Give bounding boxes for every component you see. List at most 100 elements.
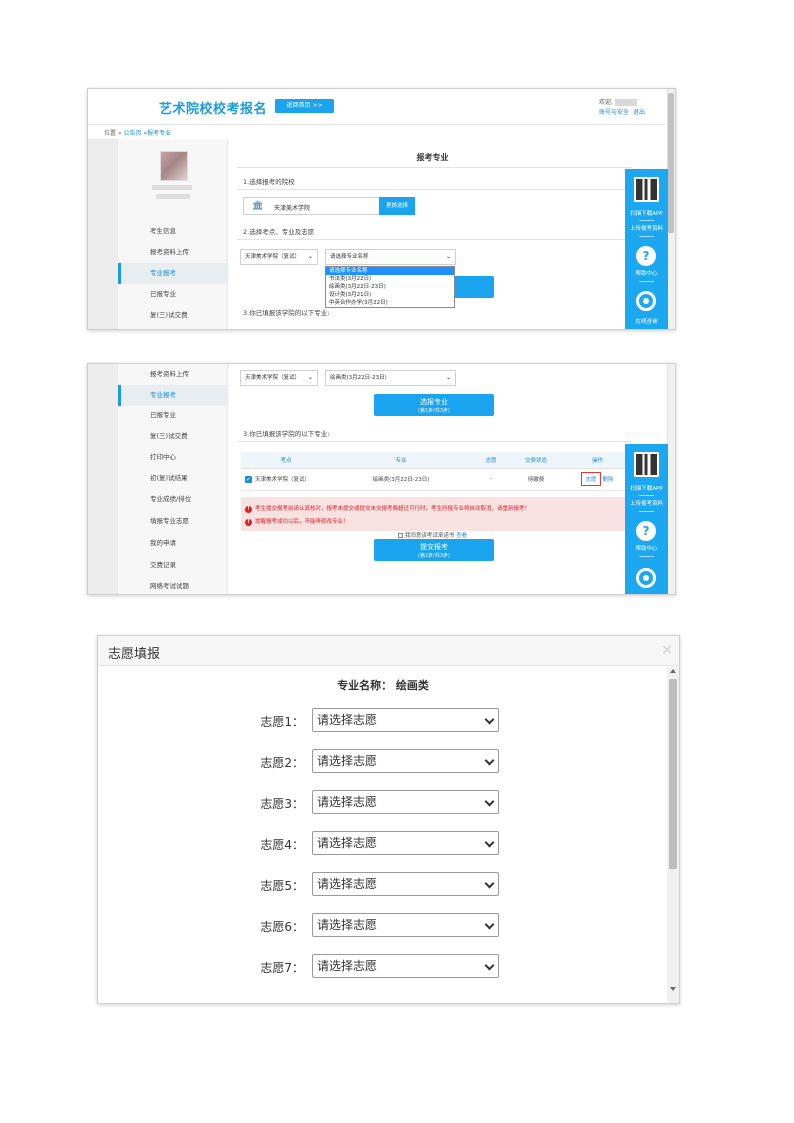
major-select[interactable]: 绘画类(3月22日-23日) ⌄	[325, 370, 456, 386]
online-consult-label[interactable]: 在线咨询	[625, 317, 668, 325]
checkbox-checked-icon[interactable]: ✓	[245, 476, 252, 483]
sidebar-item-applied[interactable]: 已报专业	[118, 405, 228, 426]
change-school-button[interactable]: 更换选择	[379, 197, 415, 215]
select-major-button-step: (第1步/共3步)	[418, 408, 450, 414]
wish-row-2: 志愿2： 请选择志愿	[98, 749, 668, 773]
home-button[interactable]: 返回首页 >>	[275, 99, 334, 113]
float-separator	[639, 511, 654, 512]
dropdown-option[interactable]: 设计类(3月21日)	[326, 291, 454, 299]
sidebar-item-fee[interactable]: 复(三)试交费	[118, 305, 228, 326]
sidebar-item-student-info[interactable]: 考生信息	[118, 221, 228, 242]
dropdown-option[interactable]: 绘画类(3月22日-23日)	[326, 283, 454, 291]
sidebar-item-wishes[interactable]: 填报专业志愿	[118, 511, 228, 532]
select-major-button[interactable]: 选报专业 (第1步/共3步)	[374, 394, 494, 416]
breadcrumb-notice-link[interactable]: 公告页	[124, 130, 142, 137]
scan-download-label[interactable]: 扫描下载APP	[625, 484, 668, 492]
wish-label: 志愿3：	[260, 797, 304, 811]
upload-materials-label[interactable]: 上传报考资料	[625, 499, 668, 507]
help-center-label[interactable]: 帮助中心	[625, 544, 668, 552]
major-name-line: 专业名称： 绘画类	[98, 677, 668, 693]
sidebar-item-upload[interactable]: 报考资料上传	[118, 364, 228, 385]
wish-label: 志愿6：	[260, 920, 304, 934]
scrollbar-thumb[interactable]	[669, 679, 677, 869]
wish-select-7[interactable]: 请选择志愿	[312, 954, 499, 978]
wish-select-5[interactable]: 请选择志愿	[312, 872, 499, 896]
wish-link[interactable]: 志愿	[581, 472, 601, 486]
scroll-up-icon[interactable]	[670, 669, 676, 673]
chevron-down-icon: ⌄	[307, 374, 313, 381]
chevron-down-icon	[484, 837, 495, 848]
breadcrumb: 位置 » 公告页 »报考专业	[104, 128, 171, 137]
sidebar-item-upload[interactable]: 报考资料上传	[118, 242, 228, 263]
warning-line-1: ! 考生提交报考前请认真核对，报考未提交或提交未交报考费超过可行时，考生所报专业将…	[245, 504, 530, 513]
help-center-label[interactable]: 帮助中心	[625, 269, 668, 277]
sidebar-item-applied[interactable]: 已报专业	[118, 284, 228, 305]
cell-wish: -	[471, 468, 511, 491]
wish-row-7: 志愿7： 请选择志愿	[98, 954, 668, 978]
site-logo[interactable]: 艺术院校校考报名	[159, 98, 267, 117]
submit-button-title: 提交报考	[420, 543, 448, 551]
major-select[interactable]: 请选择专业名称 ⌄	[325, 249, 456, 265]
major-dropdown-list[interactable]: 请选择专业名称 书法类(3月22日) 绘画类(3月22日-23日) 设计类(3月…	[325, 266, 455, 308]
school-field: 🏛 天津美术学院	[243, 197, 380, 215]
help-icon[interactable]: ?	[636, 521, 656, 541]
chevron-down-icon	[484, 919, 495, 930]
wish-select-6[interactable]: 请选择志愿	[312, 913, 499, 937]
page-scrollbar[interactable]	[667, 89, 675, 329]
dialog-body: 专业名称： 绘画类 志愿1： 请选择志愿 志愿2： 请选择志愿 志愿3： 请选择…	[98, 667, 679, 1003]
logout-link[interactable]: 退出	[633, 109, 645, 116]
major-name-label: 专业名称：	[337, 679, 393, 692]
wish-row-6: 志愿6： 请选择志愿	[98, 913, 668, 937]
dialog-scrollbar[interactable]	[667, 667, 679, 1003]
headset-icon[interactable]	[636, 568, 656, 588]
wish-select-2[interactable]: 请选择志愿	[312, 749, 499, 773]
dropdown-option[interactable]: 中英合作办学(3月22日)	[326, 299, 454, 307]
wish-row-5: 志愿5： 请选择志愿	[98, 872, 668, 896]
screenshot-major-application: 艺术院校校考报名 返回首页 >> 欢迎, 账号与安全 退出 位置 » 公告页 »报…	[87, 88, 676, 330]
page-title: 报考专业	[416, 153, 449, 162]
select-major-button-title: 选报专业	[420, 398, 448, 406]
divider	[237, 167, 632, 168]
sidebar-item-apply[interactable]: 专业报考	[118, 385, 228, 406]
dropdown-option[interactable]: 书法类(3月22日)	[326, 275, 454, 283]
sidebar-item-fee[interactable]: 复(三)试交费	[118, 426, 228, 447]
sidebar-item-results[interactable]: 初(复)试结果	[118, 468, 228, 489]
upload-materials-label[interactable]: 上传报考资料	[625, 224, 668, 232]
help-icon[interactable]: ?	[636, 246, 656, 266]
wish-label: 志愿4：	[260, 838, 304, 852]
sidebar-item-print[interactable]: 打印中心	[118, 447, 228, 468]
exam-site-select[interactable]: 天津美术学院（复试） ⌄	[240, 249, 318, 265]
app-qr-code	[634, 452, 659, 477]
exam-site-select[interactable]: 天津美术学院（复试） ⌄	[240, 370, 318, 386]
wish-row-3: 志愿3： 请选择志愿	[98, 790, 668, 814]
delete-link[interactable]: 删除	[603, 477, 614, 483]
close-icon[interactable]: ×	[661, 642, 673, 658]
submit-application-button[interactable]: 提交报考 (第2步/共3步)	[374, 539, 494, 561]
scrollbar-thumb[interactable]	[668, 93, 674, 233]
page-scrollbar[interactable]	[667, 364, 675, 594]
chevron-down-icon: ⌄	[445, 253, 451, 260]
breadcrumb-current[interactable]: 报考专业	[147, 130, 171, 137]
wish-select-value: 请选择志愿	[317, 918, 378, 932]
sidebar-item-my-requests[interactable]: 我的申请	[118, 533, 228, 554]
sidebar-item-ranking[interactable]: 专业成绩/排位	[118, 489, 228, 510]
cell-major: 绘画类(3月22日-23日)	[331, 468, 471, 491]
table-row: ✓ 天津美术学院（复试） 绘画类(3月22日-23日) - 待缴费 志愿 删除	[241, 468, 634, 491]
scroll-down-icon[interactable]	[670, 987, 676, 991]
account-security-link[interactable]: 账号与安全	[599, 109, 629, 116]
agreement-checkbox[interactable]	[397, 533, 403, 538]
col-header-wish: 志愿	[471, 452, 511, 469]
dropdown-option[interactable]: 请选择专业名称	[326, 267, 454, 275]
header-links: 账号与安全 退出	[599, 107, 649, 116]
major-select-value: 绘画类(3月22日-23日)	[330, 375, 387, 381]
sidebar-item-apply[interactable]: 专业报考	[118, 263, 228, 284]
scan-download-label[interactable]: 扫描下载APP	[625, 209, 668, 217]
wish-select-3[interactable]: 请选择志愿	[312, 790, 499, 814]
wish-label: 志愿1：	[260, 715, 304, 729]
headset-icon[interactable]	[636, 291, 656, 311]
wish-select-4[interactable]: 请选择志愿	[312, 831, 499, 855]
cell-op: 志愿 删除	[561, 468, 634, 491]
sidebar-item-online-exam[interactable]: 网络考试试题	[118, 576, 228, 594]
sidebar-item-payment-records[interactable]: 交费记录	[118, 555, 228, 576]
wish-select-1[interactable]: 请选择志愿	[312, 708, 499, 732]
